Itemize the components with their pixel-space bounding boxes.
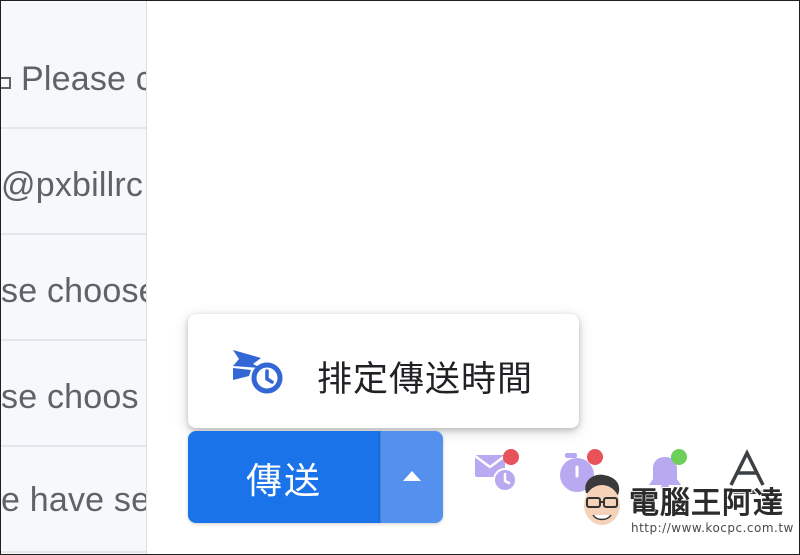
- mail-snippet: se choose: [1, 272, 146, 310]
- mail-snippet: Please c: [21, 60, 146, 98]
- send-button[interactable]: 傳送: [188, 431, 380, 523]
- watermark-url: http://www.kocpc.com.tw: [631, 521, 794, 535]
- send-button-label: 傳送: [245, 461, 322, 502]
- watermark-mascot-icon: [584, 474, 620, 525]
- list-item[interactable]: se choos: [1, 343, 146, 447]
- watermark-title: 電腦王阿達: [629, 486, 784, 521]
- list-item[interactable]: e have se: [1, 449, 146, 553]
- scheduled-mail-icon[interactable]: [469, 447, 525, 497]
- mail-snippet: se choos: [1, 378, 139, 416]
- list-item[interactable]: Please c: [1, 25, 146, 129]
- send-options-button[interactable]: [380, 431, 443, 523]
- app-window: Please c @pxbillrc se choose se choos e …: [0, 0, 800, 555]
- label-icon: [1, 77, 11, 89]
- list-item[interactable]: se choose: [1, 237, 146, 341]
- caret-up-icon: [403, 471, 421, 481]
- schedule-send-icon: [233, 350, 283, 394]
- mail-snippet: e have se: [1, 481, 146, 519]
- list-item[interactable]: @pxbillrc: [1, 131, 146, 235]
- mail-list: Please c @pxbillrc se choose se choos e …: [1, 1, 146, 554]
- schedule-send-label: 排定傳送時間: [317, 360, 534, 400]
- mail-snippet: @pxbillrc: [1, 166, 144, 204]
